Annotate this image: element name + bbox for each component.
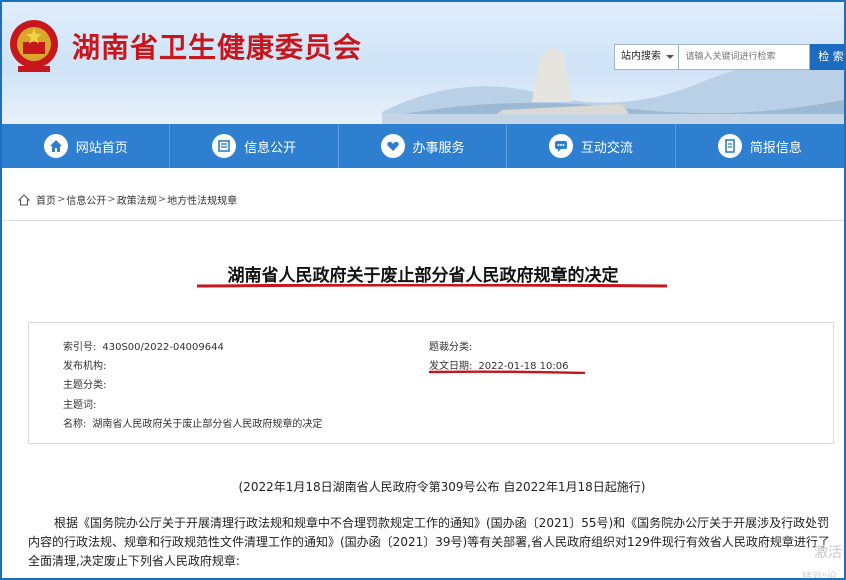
meta-topic: 题裁分类: <box>429 342 473 353</box>
nav-item-label: 互动交流 <box>580 140 633 156</box>
national-emblem-icon <box>10 20 58 72</box>
metadata-panel: 索引号: 430S00/2022-04009644 题裁分类: 发布机构: 发文日… <box>28 322 834 444</box>
nav-item-services[interactable]: 办事服务 <box>339 124 508 168</box>
activation-watermark-sub: 转到"设 <box>802 572 837 580</box>
breadcrumb-link-info[interactable]: 信息公开 <box>66 192 106 207</box>
article-title: 湖南省人民政府关于废止部分省人民政府规章的决定 <box>227 266 619 286</box>
search-input[interactable] <box>679 44 811 70</box>
meta-publisher: 发布机构: <box>63 361 107 372</box>
chat-icon <box>548 134 573 158</box>
nav-item-label: 信息公开 <box>244 140 297 156</box>
breadcrumb-separator: > <box>107 194 116 205</box>
nav-item-home[interactable]: 网站首页 <box>2 124 171 168</box>
nav-item-label: 办事服务 <box>412 140 465 156</box>
article-paragraph: 根据《国务院办公厅关于开展清理行政法规和规章中不合理罚款规定工作的通知》(国办函… <box>28 516 830 568</box>
meta-keywords: 主题词: <box>63 400 97 411</box>
breadcrumb-link-home[interactable]: 首页 <box>36 192 56 207</box>
site-title: 湖南省卫生健康委员会 <box>72 31 363 64</box>
home-icon <box>18 193 30 206</box>
breadcrumb-link-policy[interactable]: 政策法规 <box>117 192 157 207</box>
breadcrumb-divider <box>2 220 844 221</box>
main-nav: 网站首页 信息公开 办事服务 互动交流 简报信息 <box>2 124 844 168</box>
meta-index: 索引号: 430S00/2022-04009644 <box>63 342 224 353</box>
nav-item-interaction[interactable]: 互动交流 <box>507 124 676 168</box>
document-icon <box>212 134 237 158</box>
search-button[interactable]: 检 索 <box>810 44 844 70</box>
site-header: 湖南省卫生健康委员会 站内搜索 检 索 <box>2 2 844 124</box>
title-underline-annotation <box>197 284 667 288</box>
nav-item-info-disclosure[interactable]: 信息公开 <box>170 124 339 168</box>
date-underline-annotation <box>429 370 585 374</box>
breadcrumb: 首页 > 信息公开 > 政策法规 > 地方性法规规章 <box>18 192 237 207</box>
site-search: 站内搜索 检 索 <box>614 44 844 70</box>
browser-frame: 湖南省卫生健康委员会 站内搜索 检 索 网站首页 信息公开 办事服务 <box>0 0 846 580</box>
decree-line: (2022年1月18日湖南省人民政府令第309号公布 自2022年1月18日起施… <box>238 480 646 494</box>
nav-item-label: 网站首页 <box>75 140 128 156</box>
nav-item-label: 简报信息 <box>749 140 802 156</box>
activation-watermark: 激活 <box>814 545 842 561</box>
search-scope-select[interactable]: 站内搜索 <box>614 44 680 70</box>
nav-item-briefing[interactable]: 简报信息 <box>676 124 844 168</box>
meta-subject: 主题分类: <box>63 380 107 391</box>
breadcrumb-link-regulations[interactable]: 地方性法规规章 <box>167 192 237 207</box>
breadcrumb-separator: > <box>157 194 167 205</box>
breadcrumb-separator: > <box>57 194 66 205</box>
heart-hand-icon <box>380 134 405 158</box>
home-icon <box>43 134 68 158</box>
meta-name: 名称: 湖南省人民政府关于废止部分省人民政府规章的决定 <box>63 419 323 430</box>
report-icon <box>717 134 742 158</box>
